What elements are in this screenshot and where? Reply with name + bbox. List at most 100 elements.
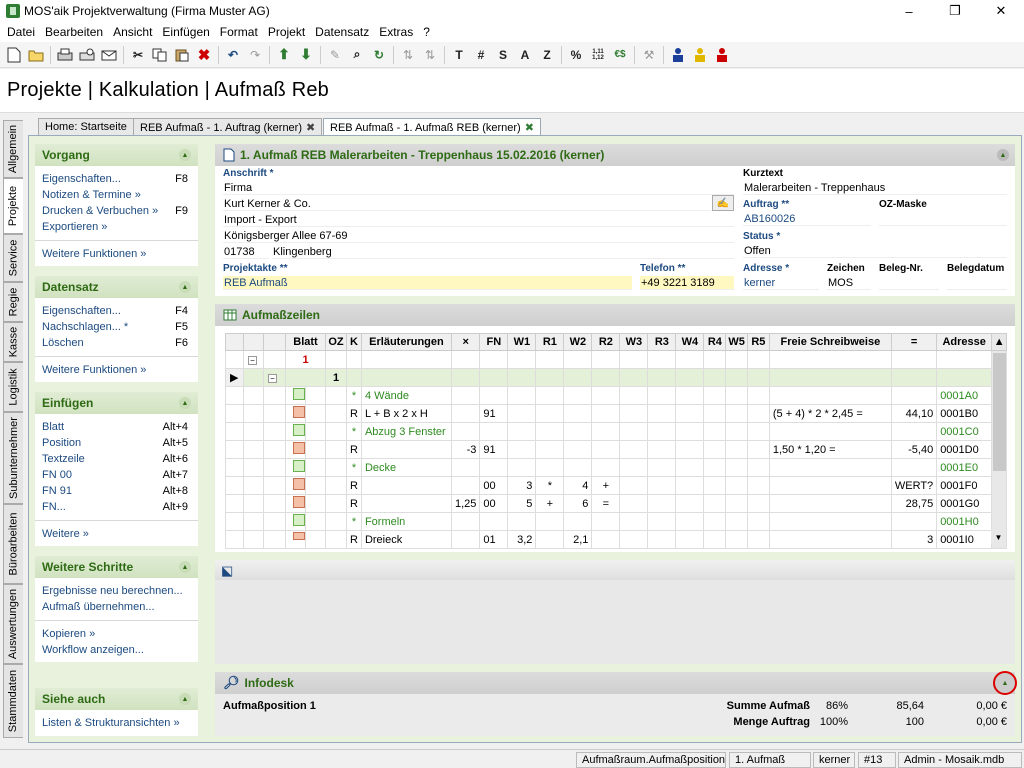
paste-icon[interactable] <box>171 44 193 66</box>
sidebar-item[interactable]: Nachschlagen... * F5 <box>35 319 198 335</box>
col-erlaeuterungen[interactable]: Erläuterungen <box>360 333 452 351</box>
vtab-subunternehmer[interactable]: Subunternehmer <box>3 412 23 504</box>
vtab-stammdaten[interactable]: Stammdaten <box>3 664 23 738</box>
sort-ascending-icon[interactable]: ⇅ <box>397 44 419 66</box>
table-row[interactable]: − 1 <box>225 350 1008 549</box>
user-yellow-icon[interactable] <box>689 44 711 66</box>
table-row[interactable]: RL + B x 2 x H 91 (5 + 4) * 2 * 2,45 = 44,1… <box>225 404 1007 423</box>
minimize-button[interactable]: – <box>886 0 932 22</box>
s-button[interactable]: S <box>492 44 514 66</box>
sidebar-item[interactable]: Blatt Alt+4 <box>35 419 198 435</box>
search-icon[interactable]: ⌕ <box>346 44 368 66</box>
adresse-field[interactable]: kerner <box>743 276 819 290</box>
sidebar-item[interactable]: FN 00 Alt+7 <box>35 467 198 483</box>
user-red-icon[interactable] <box>711 44 733 66</box>
projektakte-field[interactable]: REB Aufmaß <box>223 276 632 290</box>
sidebar-item[interactable]: Listen & Strukturansichten » <box>35 715 198 731</box>
maximize-button[interactable]: ❐ <box>932 0 978 22</box>
tab-reb-auftrag[interactable]: REB Aufmaß - 1. Auftrag (kerner) ✖ <box>133 118 323 136</box>
col-adresse[interactable]: Adresse <box>936 333 993 351</box>
col-r5[interactable]: R5 <box>746 333 770 351</box>
collapse-icon[interactable]: ▲ <box>997 149 1009 161</box>
sidebar-item[interactable]: Drucken & Verbuchen » F9 <box>35 203 198 219</box>
col-fn[interactable]: FN <box>479 333 509 351</box>
status-field[interactable]: Offen <box>743 244 1007 258</box>
new-icon[interactable] <box>3 44 25 66</box>
vtab-auswertungen[interactable]: Auswertungen <box>3 584 23 664</box>
text-button[interactable]: T <box>448 44 470 66</box>
sidebar-more-link[interactable]: Weitere Funktionen » <box>35 362 198 378</box>
vtab-bueroarbeiten[interactable]: Büroarbeiten <box>3 504 23 584</box>
table-row[interactable]: * Abzug 3 Fenster 0001C0 <box>225 422 1007 441</box>
table-row[interactable]: * Decke 0001E0 <box>225 458 1007 477</box>
sidebar-item[interactable]: FN... Alt+9 <box>35 499 198 515</box>
collapse-icon[interactable]: ▲ <box>179 693 191 705</box>
table-row[interactable]: R Dreieck 01 3,2 2,1 3 0001I0 <box>225 530 1007 549</box>
ort-field[interactable]: Klingenberg <box>272 245 734 259</box>
a-button[interactable]: A <box>514 44 536 66</box>
collapse-tree-icon[interactable]: − <box>268 373 277 383</box>
decimals-button[interactable]: 1,11 1,12 <box>587 44 609 66</box>
telefon-field[interactable]: +49 3221 3189 <box>640 276 734 290</box>
col-r1[interactable]: R1 <box>535 333 565 351</box>
signature-icon[interactable]: ✍ <box>712 195 734 211</box>
close-tab-icon[interactable]: ✖ <box>306 122 315 134</box>
menu-einfuegen[interactable]: Einfügen <box>157 25 214 39</box>
address-line-2[interactable]: Kurt Kerner & Co. <box>223 197 711 211</box>
vtab-allgemein[interactable]: Allgemein <box>3 120 23 178</box>
tab-reb-aufmass[interactable]: REB Aufmaß - 1. Aufmaß REB (kerner) ✖ <box>323 118 541 136</box>
menu-datensatz[interactable]: Datensatz <box>310 25 374 39</box>
sidebar-item[interactable]: Textzeile Alt+6 <box>35 451 198 467</box>
vtab-projekte[interactable]: Projekte <box>3 178 23 234</box>
menu-bearbeiten[interactable]: Bearbeiten <box>40 25 108 39</box>
table-row[interactable]: * 4 Wände 0001A0 <box>225 386 1007 405</box>
mail-icon[interactable] <box>98 44 120 66</box>
table-row[interactable]: R -3 91 1,50 * 1,20 = -5,40 0001D0 <box>225 440 1007 459</box>
close-tab-icon[interactable]: ✖ <box>525 122 534 134</box>
undo-icon[interactable]: ↶ <box>222 44 244 66</box>
auftrag-field[interactable]: AB160026 <box>743 212 871 226</box>
col-w2[interactable]: W2 <box>563 333 593 351</box>
menu-help[interactable]: ? <box>418 25 435 39</box>
scrollbar-thumb[interactable] <box>993 353 1006 471</box>
print-icon[interactable] <box>54 44 76 66</box>
move-down-icon[interactable]: ⬇ <box>295 44 317 66</box>
sidebar-item[interactable]: Kopieren » <box>35 626 198 642</box>
sidebar-item[interactable]: FN 91 Alt+8 <box>35 483 198 499</box>
sidebar-item[interactable]: Position Alt+5 <box>35 435 198 451</box>
vtab-kasse[interactable]: Kasse <box>3 322 23 362</box>
scroll-up-icon[interactable]: ▲ <box>991 333 1008 351</box>
col-ergebnis[interactable]: = <box>890 333 938 351</box>
number-button[interactable]: # <box>470 44 492 66</box>
vtab-logistik[interactable]: Logistik <box>3 362 23 412</box>
collapse-tree-icon[interactable]: − <box>248 355 257 365</box>
address-line-3[interactable]: Import - Export <box>223 213 734 227</box>
ozmaske-field[interactable] <box>879 212 1007 226</box>
col-mal[interactable]: × <box>450 333 481 351</box>
percent-button[interactable]: % <box>565 44 587 66</box>
table-row[interactable]: ▶ − 1 <box>225 368 1007 387</box>
col-oz[interactable]: OZ <box>325 333 347 351</box>
user-blue-icon[interactable] <box>667 44 689 66</box>
table-row[interactable]: R 00 3 * 4 + WERT? 0001F0 <box>225 476 1007 495</box>
sidebar-item[interactable]: Workflow anzeigen... <box>35 642 198 658</box>
currency-button[interactable]: €$ <box>609 44 631 66</box>
address-line-4[interactable]: Königsberger Allee 67-69 <box>223 229 734 243</box>
sidebar-more-link[interactable]: Weitere » <box>35 526 198 542</box>
col-w1[interactable]: W1 <box>507 333 537 351</box>
scrollbar[interactable] <box>991 350 1008 549</box>
sidebar-item[interactable]: Löschen F6 <box>35 335 198 351</box>
menu-format[interactable]: Format <box>215 25 263 39</box>
collapse-icon[interactable]: ▲ <box>179 281 191 293</box>
copy-icon[interactable] <box>149 44 171 66</box>
vtab-regie[interactable]: Regie <box>3 282 23 322</box>
sidebar-item[interactable]: Eigenschaften... F4 <box>35 303 198 319</box>
sidebar-item[interactable]: Aufmaß übernehmen... <box>35 599 198 615</box>
col-freie-schreibweise[interactable]: Freie Schreibweise <box>768 333 892 351</box>
collapse-icon[interactable]: ▲ <box>179 149 191 161</box>
move-up-icon[interactable]: ⬆ <box>273 44 295 66</box>
address-line-1[interactable]: Firma <box>223 181 734 195</box>
sidebar-item[interactable]: Exportieren » <box>35 219 198 235</box>
redo-icon[interactable]: ↷ <box>244 44 266 66</box>
menu-datei[interactable]: Datei <box>2 25 40 39</box>
